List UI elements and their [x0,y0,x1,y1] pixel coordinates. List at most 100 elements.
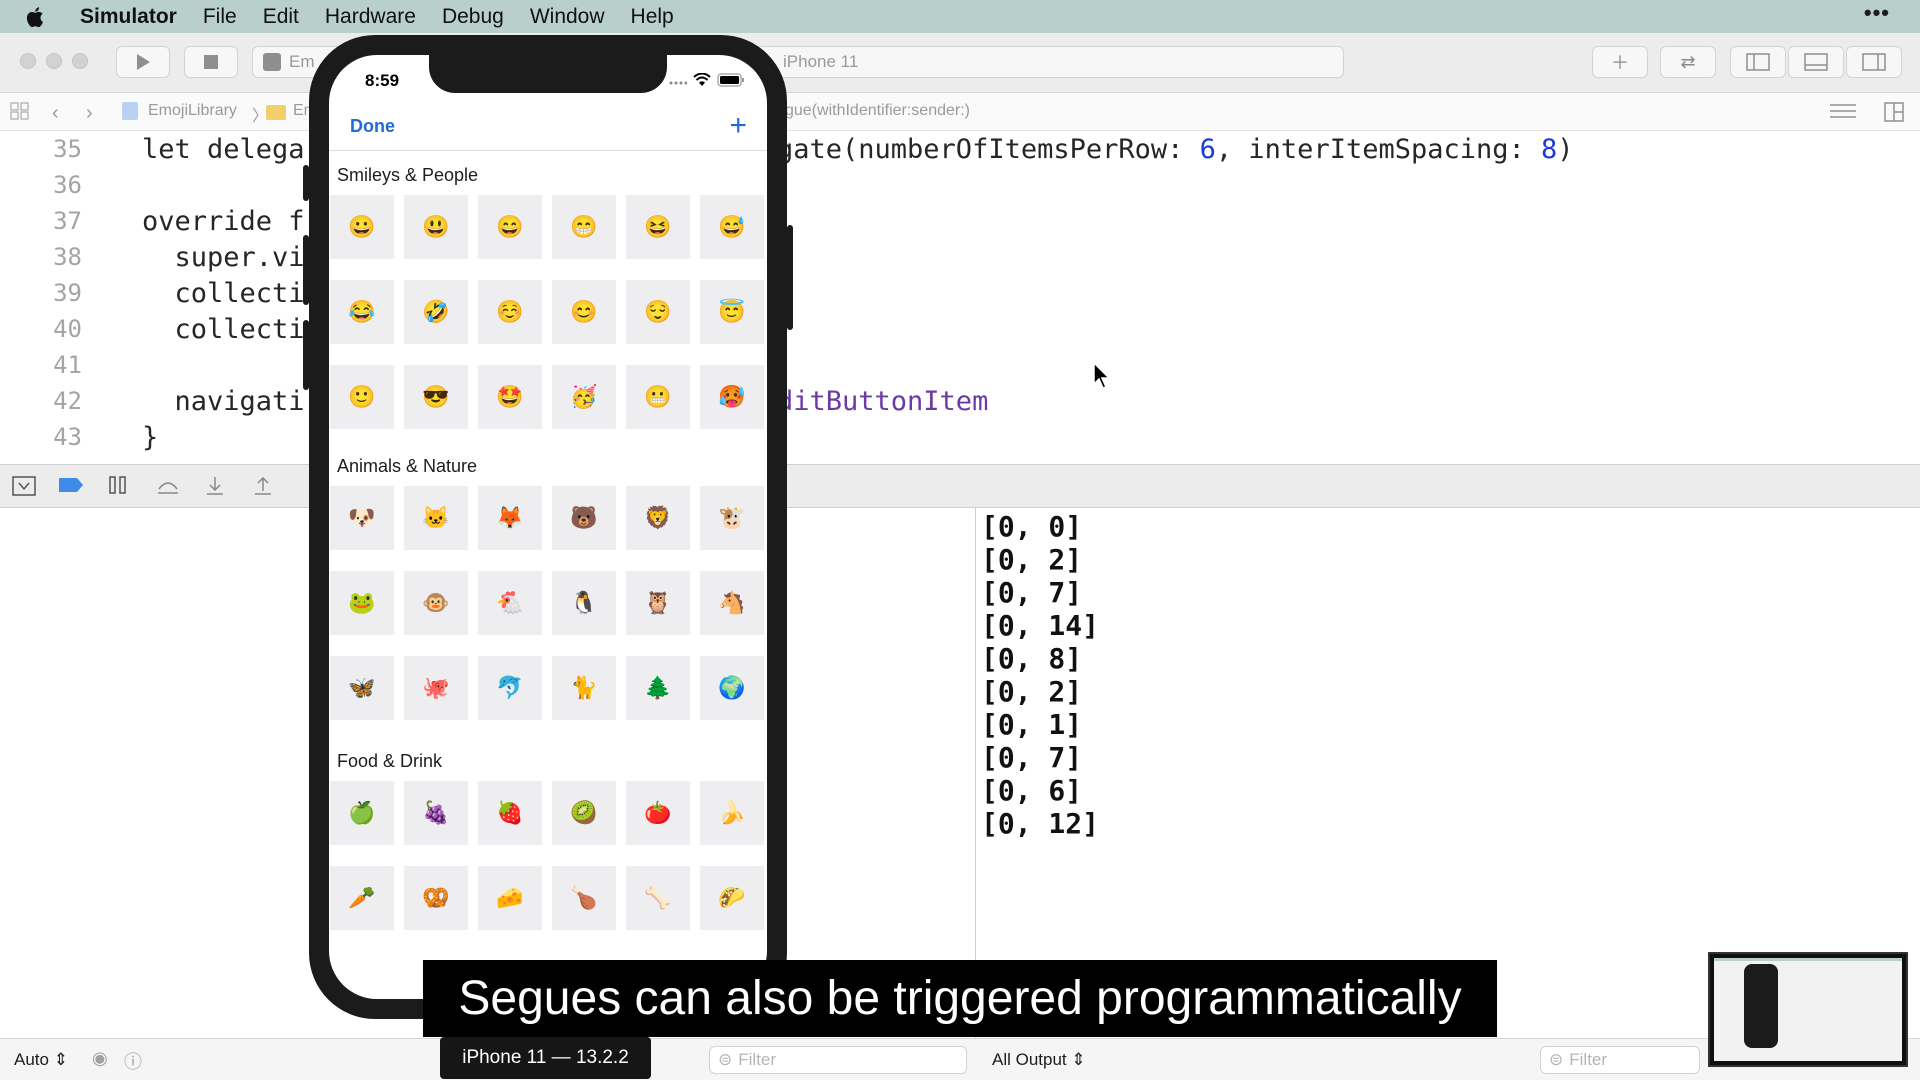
emoji-cell[interactable]: 😅 [700,195,764,259]
code-editor[interactable]: 35 let delega 36 37 override f 38 super.… [0,131,1920,464]
hide-debug-area-icon[interactable] [12,475,36,497]
emoji-cell[interactable]: 🍇 [404,781,468,845]
emoji-cell[interactable]: 🥳 [552,365,616,429]
destination-name[interactable]: iPhone 11 [783,52,858,72]
emoji-cell[interactable]: 😄 [478,195,542,259]
emoji-cell[interactable]: 🐶 [330,486,394,550]
emoji-glyph: 😅 [718,214,746,239]
emoji-cell[interactable]: 🦉 [626,571,690,635]
emoji-glyph: 🍌 [718,800,746,825]
step-into-icon[interactable] [204,475,228,497]
menu-help[interactable]: Help [631,5,674,29]
code-text: collecti [142,277,305,309]
code-text: } [142,421,159,453]
emoji-cell[interactable]: 🦊 [478,486,542,550]
emoji-cell[interactable]: ☺️ [478,280,542,344]
emoji-cell[interactable]: 🐙 [404,656,468,720]
more-icon[interactable]: ••• [1864,0,1890,26]
emoji-cell[interactable]: 🦋 [330,656,394,720]
emoji-cell[interactable]: 😇 [700,280,764,344]
emoji-cell[interactable]: 🌍 [700,656,764,720]
emoji-cell[interactable]: 🍅 [626,781,690,845]
run-button[interactable] [116,46,170,78]
emoji-cell[interactable]: 😀 [330,195,394,259]
menu-edit[interactable]: Edit [263,5,299,29]
variables-mode-select[interactable]: Auto ⇕ [14,1050,68,1070]
emoji-cell[interactable]: 🐵 [404,571,468,635]
pause-icon[interactable] [108,475,132,497]
done-button[interactable]: Done [350,116,395,137]
emoji-cell[interactable]: 😆 [626,195,690,259]
breadcrumb-project[interactable]: EmojiLibrary [148,102,237,120]
emoji-cell[interactable]: 🦁 [626,486,690,550]
emoji-cell[interactable]: 😬 [626,365,690,429]
emoji-cell[interactable]: 🍌 [700,781,764,845]
emoji-cell[interactable]: 🍓 [478,781,542,845]
toggle-navigator-button[interactable] [1730,46,1786,78]
emoji-cell[interactable]: 🐱 [404,486,468,550]
emoji-cell[interactable]: 🌮 [700,866,764,930]
menu-app-name[interactable]: Simulator [80,5,177,29]
emoji-cell[interactable]: 😎 [404,365,468,429]
console-filter-input[interactable]: ⊜ Filter [1540,1046,1700,1074]
breadcrumb-symbol[interactable]: gue(withIdentifier:sender:) [785,102,970,120]
editor-options-icon[interactable] [1830,102,1856,125]
emoji-cell[interactable]: 🍗 [552,866,616,930]
emoji-cell[interactable]: 🐔 [478,571,542,635]
back-icon[interactable]: ‹ [52,102,59,125]
emoji-cell[interactable]: 😌 [626,280,690,344]
emoji-cell[interactable]: 🐮 [700,486,764,550]
emoji-cell[interactable]: 🐧 [552,571,616,635]
stop-button[interactable] [184,46,238,78]
picture-in-picture-thumbnail[interactable] [1708,952,1908,1067]
breakpoints-icon[interactable] [58,475,83,497]
zoom-window-button[interactable] [72,53,88,69]
related-items-icon[interactable] [10,102,30,125]
menu-debug[interactable]: Debug [442,5,504,29]
add-editor-icon[interactable] [1884,102,1904,127]
step-out-icon[interactable] [252,475,276,497]
phone-screen[interactable]: 8:59 Done + Smileys & People 😀 😃 😄 😁 😆 😅 😂 🤣 ☺️ 😊 😌… [329,55,767,999]
eye-icon[interactable]: ◉ [92,1048,108,1069]
emoji-cell[interactable]: 🥕 [330,866,394,930]
emoji-cell[interactable]: 😁 [552,195,616,259]
step-over-icon[interactable] [156,475,180,497]
emoji-cell[interactable]: 😃 [404,195,468,259]
toggle-debug-area-button[interactable] [1788,46,1844,78]
emoji-cell[interactable]: 🥨 [404,866,468,930]
add-button[interactable]: + [729,109,747,143]
library-button[interactable]: ＋ [1592,46,1648,78]
emoji-cell[interactable]: 🐬 [478,656,542,720]
menu-file[interactable]: File [203,5,237,29]
close-window-button[interactable] [20,53,36,69]
emoji-cell[interactable]: 🧀 [478,866,542,930]
menu-window[interactable]: Window [530,5,605,29]
code-review-button[interactable]: ⇄ [1660,46,1716,78]
console-line: [0, 0] [981,510,1083,543]
variables-filter-input[interactable]: ⊜ Filter [709,1046,967,1074]
minimize-window-button[interactable] [46,53,62,69]
emoji-cell[interactable]: 🦴 [626,866,690,930]
emoji-cell[interactable]: 😂 [330,280,394,344]
emoji-cell[interactable]: 🤩 [478,365,542,429]
console-mode-select[interactable]: All Output ⇕ [992,1050,1086,1070]
emoji-cell[interactable]: 🐻 [552,486,616,550]
emoji-cell[interactable]: 🤣 [404,280,468,344]
menu-hardware[interactable]: Hardware [325,5,416,29]
emoji-cell[interactable]: 🐸 [330,571,394,635]
emoji-cell[interactable]: 🌲 [626,656,690,720]
emoji-cell[interactable]: 🥝 [552,781,616,845]
emoji-cell[interactable]: 🐴 [700,571,764,635]
app-icon [263,53,281,71]
forward-icon[interactable]: › [86,102,93,125]
info-icon[interactable]: ⓘ [124,1048,142,1074]
console-line: [0, 8] [981,642,1083,675]
emoji-cell[interactable]: 🙂 [330,365,394,429]
emoji-cell[interactable]: 🥵 [700,365,764,429]
apple-icon[interactable] [26,6,74,28]
emoji-cell[interactable]: 🐈 [552,656,616,720]
code-line: 37 override f [0,203,304,239]
toggle-inspector-button[interactable] [1846,46,1902,78]
emoji-cell[interactable]: 🍏 [330,781,394,845]
emoji-cell[interactable]: 😊 [552,280,616,344]
